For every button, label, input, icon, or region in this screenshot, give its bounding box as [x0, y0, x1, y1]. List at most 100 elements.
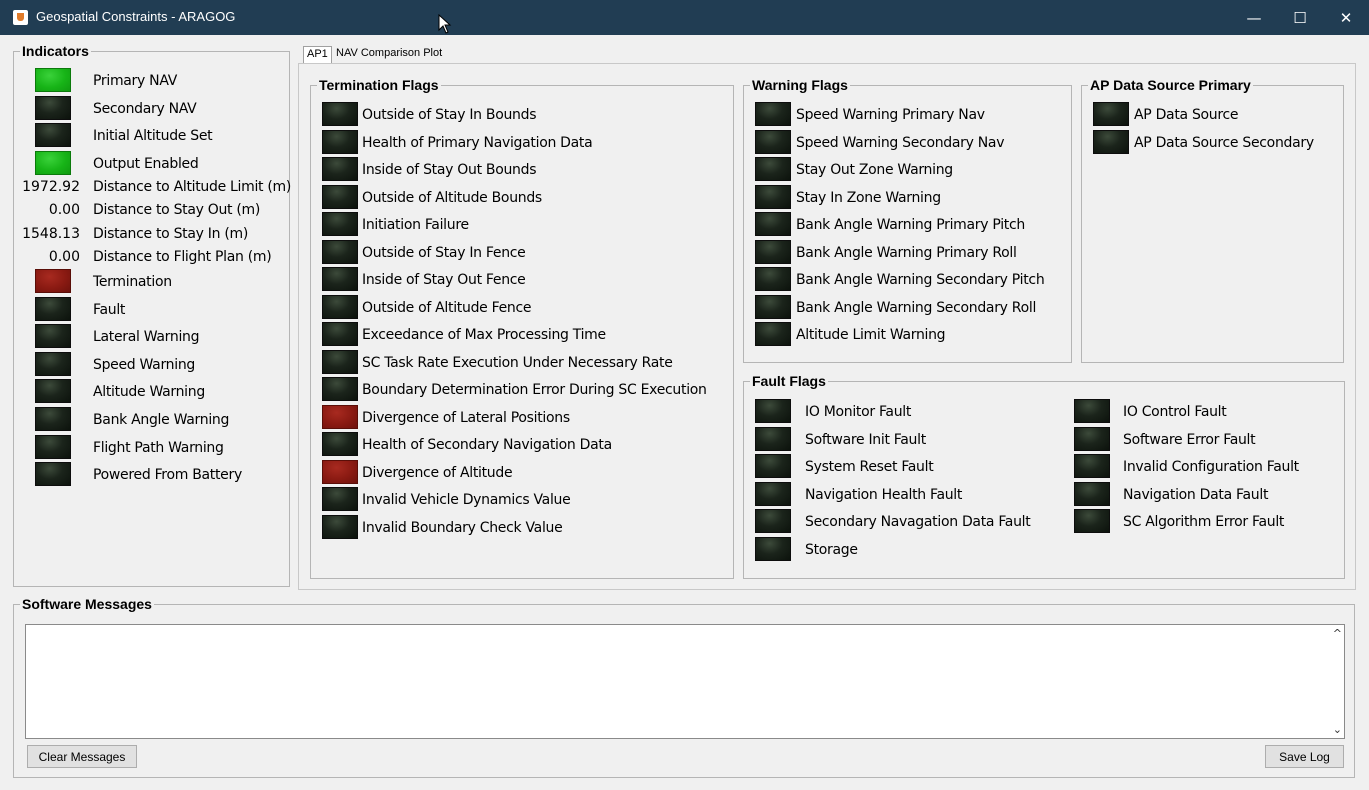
termination-outside-of-altitude-fence-led-icon	[322, 294, 358, 319]
fault-storage-led-icon	[755, 536, 791, 561]
altitude-warning-led-icon	[35, 379, 71, 404]
warning-altitude-limit-warning-label: Altitude Limit Warning	[796, 327, 946, 343]
fault-io-control-fault-led-icon	[1074, 399, 1110, 423]
ap-data-source-panel: AP Data Source Primary	[1081, 76, 1344, 363]
warning-stay-in-zone-warning-led-icon	[755, 184, 791, 209]
fault-io-monitor-fault-label: IO Monitor Fault	[805, 404, 912, 420]
termination-exceedance-of-max-processing-time-label: Exceedance of Max Processing Time	[362, 327, 606, 343]
warning-bank-angle-warning-secondary-roll-label: Bank Angle Warning Secondary Roll	[796, 299, 1037, 316]
termination-outside-of-stay-in-bounds-led-icon	[322, 102, 358, 126]
output-enabled-label: Output Enabled	[93, 155, 199, 172]
fault-storage-label: Storage	[805, 541, 858, 558]
fault-io-control-fault-label: IO Control Fault	[1123, 404, 1227, 420]
warning-speed-warning-primary-nav-led-icon	[755, 102, 791, 126]
termination-inside-of-stay-out-fence-led-icon	[322, 267, 358, 291]
fault-sc-algorithm-error-fault-label: SC Algorithm Error Fault	[1123, 514, 1285, 530]
save-log-button[interactable]: Save Log	[1265, 745, 1344, 768]
primary-nav-led-icon	[35, 68, 71, 92]
scroll-down-icon[interactable]: ⌄	[1333, 723, 1342, 736]
title-bar: Geospatial Constraints - ARAGOG — ☐ ✕	[0, 0, 1369, 35]
warning-bank-angle-warning-secondary-roll-led-icon	[755, 294, 791, 319]
speed-warning-label: Speed Warning	[93, 356, 195, 373]
fault-navigation-health-fault-label: Navigation Health Fault	[805, 486, 963, 503]
fault-invalid-configuration-fault-label: Invalid Configuration Fault	[1123, 459, 1299, 475]
distance-to-stay-in-m-value: 1548.13	[22, 225, 80, 242]
termination-initiation-failure-label: Initiation Failure	[362, 217, 469, 233]
warning-stay-out-zone-warning-led-icon	[755, 157, 791, 181]
termination-health-of-primary-navigation-data-led-icon	[322, 129, 358, 154]
termination-divergence-of-altitude-led-icon	[322, 459, 358, 484]
bank-angle-warning-led-icon	[35, 407, 71, 431]
fault-io-monitor-fault-led-icon	[755, 399, 791, 423]
warning-speed-warning-secondary-nav-led-icon	[755, 129, 791, 154]
scroll-up-icon[interactable]: ^	[1333, 627, 1342, 640]
ap-ap-data-source-secondary-label: AP Data Source Secondary	[1134, 134, 1314, 151]
fault-secondary-navagation-data-fault-led-icon	[755, 509, 791, 533]
termination-outside-of-altitude-fence-label: Outside of Altitude Fence	[362, 299, 532, 316]
termination-outside-of-altitude-bounds-led-icon	[322, 184, 358, 209]
distance-to-stay-out-m-value: 0.00	[48, 202, 80, 219]
termination-divergence-of-lateral-positions-led-icon	[322, 404, 358, 429]
distance-to-stay-out-m-label: Distance to Stay Out (m)	[93, 202, 261, 219]
warning-speed-warning-primary-nav-label: Speed Warning Primary Nav	[796, 107, 985, 123]
fault-label: Fault	[93, 301, 126, 318]
warning-bank-angle-warning-primary-pitch-label: Bank Angle Warning Primary Pitch	[796, 217, 1025, 233]
secondary-nav-led-icon	[35, 95, 71, 120]
ap-ap-data-source-label: AP Data Source	[1134, 107, 1239, 123]
close-button[interactable]: ✕	[1323, 0, 1369, 35]
powered-from-battery-led-icon	[35, 462, 71, 487]
ap-data-source-title: AP Data Source Primary	[1088, 76, 1253, 94]
minimize-button[interactable]: —	[1231, 0, 1277, 35]
flight-path-warning-label: Flight Path Warning	[93, 439, 224, 456]
bank-angle-warning-label: Bank Angle Warning	[93, 412, 230, 428]
tab-nav-comparison-plot[interactable]: NAV Comparison Plot	[333, 46, 445, 63]
secondary-nav-label: Secondary NAV	[93, 100, 197, 117]
fault-secondary-navagation-data-fault-label: Secondary Navagation Data Fault	[805, 514, 1031, 530]
distance-to-flight-plan-m-label: Distance to Flight Plan (m)	[93, 248, 272, 265]
distance-to-stay-in-m-label: Distance to Stay In (m)	[93, 225, 248, 242]
termination-led-icon	[35, 269, 71, 293]
termination-outside-of-stay-in-bounds-label: Outside of Stay In Bounds	[362, 107, 537, 123]
warning-speed-warning-secondary-nav-label: Speed Warning Secondary Nav	[796, 134, 1005, 151]
termination-health-of-primary-navigation-data-label: Health of Primary Navigation Data	[362, 134, 593, 151]
termination-sc-task-rate-execution-under-necessary-rate-led-icon	[322, 349, 358, 374]
tab-ap1[interactable]: AP1	[303, 46, 332, 63]
warning-bank-angle-warning-primary-roll-led-icon	[755, 239, 791, 264]
messages-textarea[interactable]: ^ ⌄	[25, 624, 1345, 739]
termination-boundary-determination-error-during-sc-execution-led-icon	[322, 377, 358, 401]
termination-exceedance-of-max-processing-time-led-icon	[322, 322, 358, 346]
termination-flags-title: Termination Flags	[317, 76, 441, 94]
distance-to-altitude-limit-m-value: 1972.92	[22, 179, 80, 195]
ap-ap-data-source-led-icon	[1093, 102, 1129, 126]
altitude-warning-label: Altitude Warning	[93, 384, 205, 401]
warning-stay-out-zone-warning-label: Stay Out Zone Warning	[796, 162, 953, 178]
output-enabled-led-icon	[35, 150, 71, 175]
termination-inside-of-stay-out-bounds-led-icon	[322, 157, 358, 181]
termination-initiation-failure-led-icon	[322, 212, 358, 236]
warning-bank-angle-warning-secondary-pitch-label: Bank Angle Warning Secondary Pitch	[796, 272, 1045, 288]
fault-software-error-fault-led-icon	[1074, 426, 1110, 451]
initial-altitude-set-label: Initial Altitude Set	[93, 128, 213, 145]
termination-label: Termination	[93, 274, 172, 290]
distance-to-flight-plan-m-value: 0.00	[48, 248, 80, 265]
speed-warning-led-icon	[35, 351, 71, 376]
indicators-title: Indicators	[20, 42, 91, 60]
warning-stay-in-zone-warning-label: Stay In Zone Warning	[796, 189, 941, 206]
termination-sc-task-rate-execution-under-necessary-rate-label: SC Task Rate Execution Under Necessary R…	[362, 354, 673, 371]
primary-nav-label: Primary NAV	[93, 73, 177, 89]
fault-navigation-health-fault-led-icon	[755, 481, 791, 506]
lateral-warning-label: Lateral Warning	[93, 329, 200, 346]
warning-altitude-limit-warning-led-icon	[755, 322, 791, 346]
java-app-icon	[13, 10, 28, 25]
fault-led-icon	[35, 296, 71, 321]
fault-navigation-data-fault-label: Navigation Data Fault	[1123, 486, 1269, 503]
clear-messages-button[interactable]: Clear Messages	[27, 745, 137, 768]
fault-software-init-fault-label: Software Init Fault	[805, 431, 926, 448]
termination-divergence-of-altitude-label: Divergence of Altitude	[362, 464, 513, 481]
termination-outside-of-altitude-bounds-label: Outside of Altitude Bounds	[362, 189, 542, 206]
termination-outside-of-stay-in-fence-led-icon	[322, 239, 358, 264]
termination-inside-of-stay-out-bounds-label: Inside of Stay Out Bounds	[362, 162, 537, 178]
termination-invalid-vehicle-dynamics-value-led-icon	[322, 487, 358, 511]
maximize-button[interactable]: ☐	[1277, 0, 1323, 35]
warning-bank-angle-warning-primary-roll-label: Bank Angle Warning Primary Roll	[796, 244, 1017, 261]
